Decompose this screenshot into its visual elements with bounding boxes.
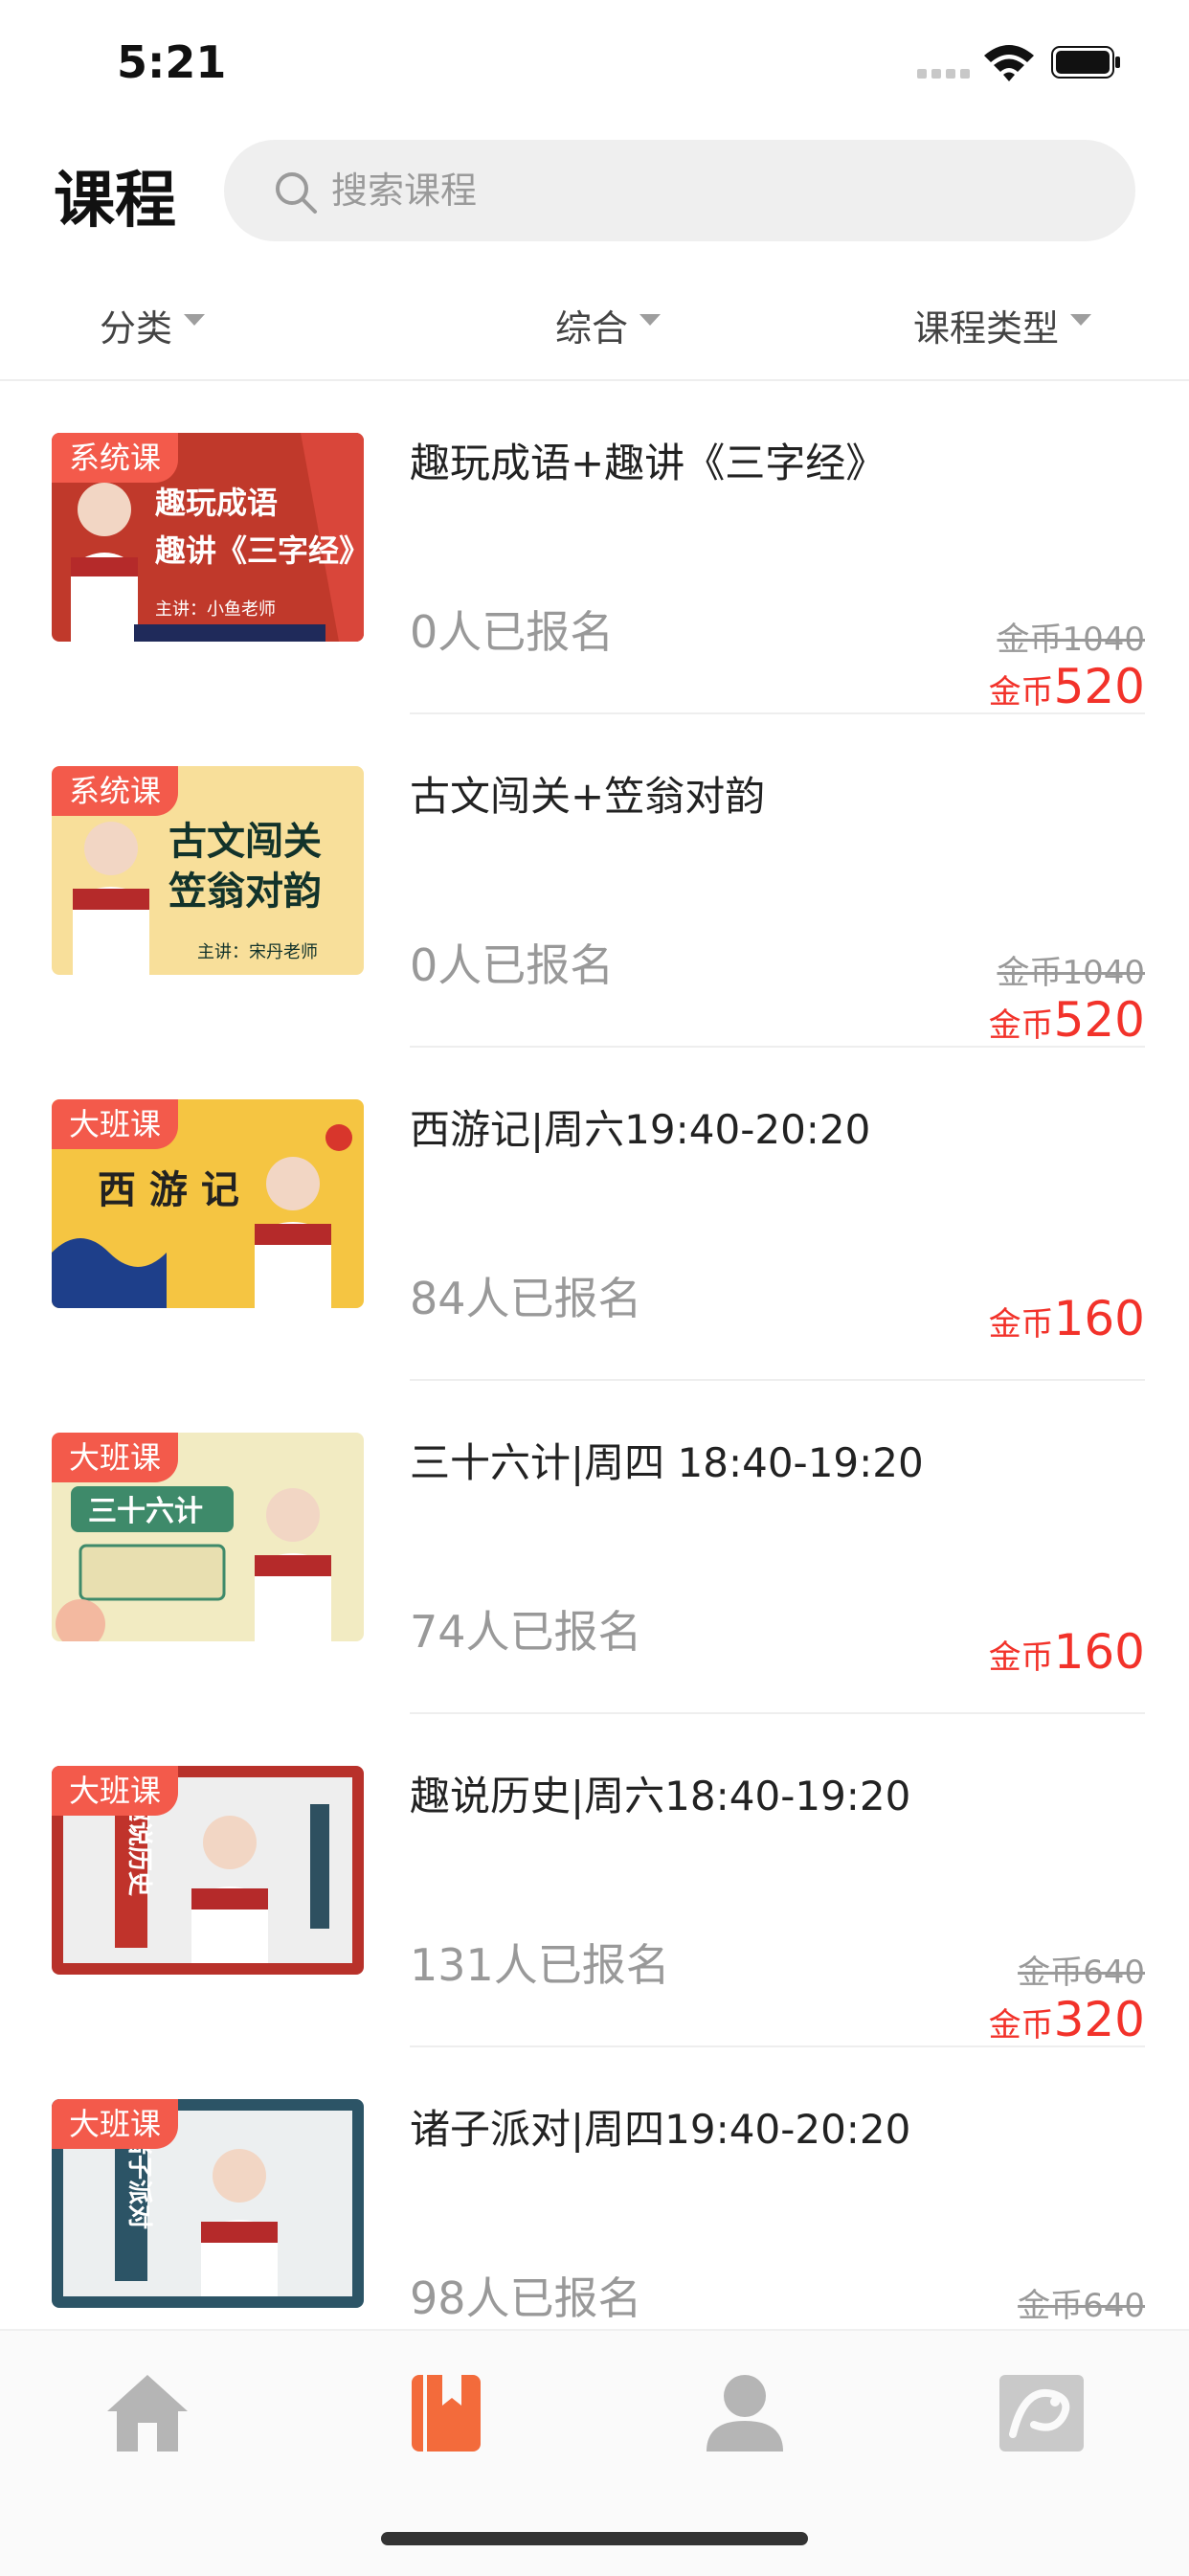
home-indicator[interactable] [381, 2532, 808, 2545]
price-value: 520 [1053, 659, 1145, 714]
search-input[interactable] [329, 163, 1099, 218]
course-item[interactable]: 趣说历史 大班课 趣说历史|周六18:40-19:20 131人已报名 金币64… [0, 1714, 1189, 2047]
search-icon [276, 172, 317, 214]
price: 金币320 [989, 1992, 1145, 2047]
dragon-logo-icon[interactable] [996, 2367, 1088, 2459]
status-time: 5:21 [117, 36, 227, 88]
course-item[interactable]: 西 游 记 大班课 西游记|周六19:40-20:20 84人已报名 金币160 [0, 1048, 1189, 1381]
course-title: 西游记|周六19:40-20:20 [410, 1106, 871, 1153]
course-book-icon[interactable] [400, 2367, 492, 2459]
battery-icon [1051, 46, 1120, 79]
course-title: 古文闯关+笠翁对韵 [410, 773, 766, 820]
price-value: 160 [1053, 1291, 1145, 1346]
cover-text: 趣讲《三字经》 [155, 532, 364, 569]
cover-text: 主讲：宋丹老师 [197, 942, 318, 962]
original-price: 金币1040 [997, 621, 1145, 659]
course-title: 趣说历史|周六18:40-19:20 [410, 1773, 911, 1819]
home-icon[interactable] [101, 2367, 193, 2459]
profile-icon[interactable] [699, 2367, 791, 2459]
original-price: 金币640 [1018, 1954, 1145, 1992]
filter-category[interactable]: 分类 [100, 299, 206, 351]
filter-sort[interactable]: 综合 [555, 299, 662, 351]
enrolled-count: 0人已报名 [410, 606, 615, 658]
price-value: 520 [1053, 992, 1145, 1048]
page-title: 课程 [54, 166, 176, 237]
search-bar[interactable] [224, 140, 1135, 241]
cover-text: 主讲：小鱼老师 [155, 599, 276, 620]
course-thumbnail: 西 游 记 大班课 [52, 1099, 364, 1308]
course-type-badge: 系统课 [52, 433, 179, 483]
course-title: 诸子派对|周四19:40-20:20 [410, 2106, 911, 2153]
course-item[interactable]: 古文闯关 笠翁对韵 主讲：宋丹老师 系统课 古文闯关+笠翁对韵 0人已报名 金币… [0, 714, 1189, 1048]
course-thumbnail: 诸子派对 大班课 [52, 2099, 364, 2308]
course-title: 趣玩成语+趣讲《三字经》 [410, 440, 886, 486]
caret-down-icon [184, 313, 206, 326]
course-item[interactable]: 三十六计 大班课 三十六计|周四 18:40-19:20 74人已报名 金币16… [0, 1381, 1189, 1714]
cover-text: 西 游 记 [98, 1168, 239, 1212]
course-type-badge: 大班课 [52, 1433, 179, 1482]
course-thumbnail: 三十六计 大班课 [52, 1433, 364, 1641]
price-value: 160 [1053, 1624, 1145, 1680]
course-item[interactable]: 诸子派对 大班课 诸子派对|周四19:40-20:20 98人已报名 金币640 [0, 2047, 1189, 2329]
course-thumbnail: 趣说历史 大班课 [52, 1766, 364, 1975]
caret-down-icon [639, 313, 662, 326]
price-unit: 金币 [988, 1638, 1054, 1677]
course-item[interactable]: 趣玩成语 趣讲《三字经》 主讲：小鱼老师 系统课 趣玩成语+趣讲《三字经》 0人… [0, 381, 1189, 714]
filter-label: 综合 [555, 307, 629, 350]
price: 金币520 [989, 659, 1145, 714]
cover-text: 趣玩成语 [155, 485, 278, 521]
course-title: 三十六计|周四 18:40-19:20 [410, 1439, 924, 1486]
enrolled-count: 131人已报名 [410, 1939, 670, 1991]
price: 金币520 [989, 992, 1145, 1048]
price: 金币160 [989, 1291, 1145, 1346]
price-unit: 金币 [988, 1305, 1054, 1344]
course-thumbnail: 趣玩成语 趣讲《三字经》 主讲：小鱼老师 系统课 [52, 433, 364, 642]
cover-text: 三十六计 [88, 1495, 203, 1528]
filter-course-type[interactable]: 课程类型 [913, 299, 1092, 351]
filter-bar: 分类 综合 课程类型 [0, 280, 1189, 381]
wifi-icon [984, 45, 1034, 81]
original-price: 金币1040 [997, 954, 1145, 992]
price: 金币160 [989, 1624, 1145, 1680]
enrolled-count: 0人已报名 [410, 939, 615, 991]
price-value: 320 [1053, 1992, 1145, 2047]
course-type-badge: 大班课 [52, 1766, 179, 1816]
filter-label: 分类 [100, 307, 173, 350]
cover-text: 笠翁对韵 [168, 870, 322, 914]
enrolled-count: 98人已报名 [410, 2272, 642, 2324]
course-thumbnail: 古文闯关 笠翁对韵 主讲：宋丹老师 系统课 [52, 766, 364, 975]
status-bar: 5:21 [0, 0, 1189, 126]
enrolled-count: 74人已报名 [410, 1606, 642, 1658]
original-price: 金币640 [1018, 2287, 1145, 2325]
enrolled-count: 84人已报名 [410, 1273, 642, 1324]
course-type-badge: 大班课 [52, 1099, 179, 1149]
filter-label: 课程类型 [913, 307, 1060, 350]
caret-down-icon [1070, 313, 1092, 326]
course-list: 趣玩成语 趣讲《三字经》 主讲：小鱼老师 系统课 趣玩成语+趣讲《三字经》 0人… [0, 381, 1189, 2329]
price-unit: 金币 [988, 2006, 1054, 2045]
header: 课程 [0, 134, 1189, 249]
course-type-badge: 大班课 [52, 2099, 179, 2149]
cellular-signal-icon [917, 65, 973, 79]
course-type-badge: 系统课 [52, 766, 179, 816]
price-unit: 金币 [988, 673, 1054, 712]
cover-text: 古文闯关 [168, 820, 322, 864]
price-unit: 金币 [988, 1006, 1054, 1045]
